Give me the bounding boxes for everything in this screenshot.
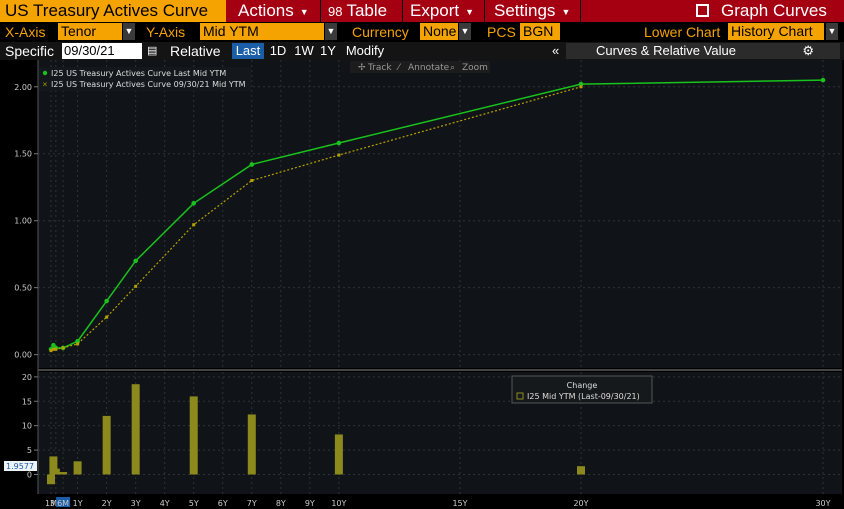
change-bar — [102, 415, 111, 475]
annotate-tool[interactable]: Annotate — [408, 63, 450, 73]
x-tick-label: 6M — [57, 499, 69, 508]
change-bar — [577, 466, 585, 475]
y-tick-label: 5 — [27, 446, 32, 455]
curve-chart[interactable]: 0.000.501.001.502.00 05101520 1M3M6M 1Y 2Y… — [0, 0, 844, 509]
zoom-tool[interactable]: Zoom — [462, 63, 488, 73]
change-bar — [334, 434, 343, 475]
data-point — [133, 258, 138, 264]
x-tick-label: 9Y — [305, 499, 315, 508]
y-tick-label: 1.50 — [14, 150, 32, 159]
change-legend-entry: I25 Mid YTM (Last-09/30/21) — [527, 392, 640, 401]
change-bar — [131, 384, 140, 475]
change-bar — [59, 472, 68, 475]
x-tick-label: 6Y — [218, 499, 228, 508]
x-tick-label: 30Y — [815, 499, 830, 508]
x-tick-label: 3Y — [131, 499, 141, 508]
upper-plot-area — [38, 60, 842, 368]
data-point — [820, 77, 826, 83]
x-tick-label: 5Y — [189, 499, 199, 508]
x-tick-label: 20Y — [573, 499, 588, 508]
data-point — [337, 153, 341, 157]
x-tick-label: 1Y — [73, 499, 83, 508]
zoom-icon[interactable]: ⌕ — [450, 63, 455, 73]
change-legend-title: Change — [567, 381, 598, 390]
change-bar — [189, 396, 198, 475]
x-tick-label: 2Y — [102, 499, 112, 508]
data-point — [192, 223, 196, 227]
data-point — [104, 298, 109, 304]
x-tick-label: 8Y — [276, 499, 286, 508]
data-point — [249, 162, 255, 167]
data-point — [250, 179, 254, 183]
change-bar — [47, 474, 55, 485]
y-tick-label: 0.50 — [14, 284, 32, 293]
y-tick-label: 1.00 — [14, 217, 32, 226]
data-point — [191, 200, 197, 206]
legend-marker-prior: × — [42, 81, 48, 89]
track-tool[interactable]: Track — [367, 63, 392, 73]
legend-marker-last — [42, 70, 48, 76]
data-point — [579, 85, 583, 89]
x-tick-label: 15Y — [452, 499, 467, 508]
cursor-value: 1.9577 — [6, 462, 34, 471]
data-point — [76, 342, 80, 346]
change-bar — [73, 461, 82, 475]
y-tick-label: 10 — [22, 422, 32, 431]
legend-entry-prior: I25 US Treasury Actives Curve 09/30/21 M… — [51, 80, 246, 89]
change-bar — [51, 468, 60, 475]
legend-entry-last: I25 US Treasury Actives Curve Last Mid Y… — [51, 69, 226, 78]
y-tick-label: 2.00 — [14, 83, 32, 92]
data-point — [336, 140, 342, 146]
y-tick-label: 0.00 — [14, 351, 32, 360]
data-point — [134, 284, 138, 288]
data-point — [54, 347, 58, 351]
x-tick-label: 7Y — [247, 499, 257, 508]
change-bar — [247, 414, 256, 475]
y-tick-label: 15 — [22, 397, 32, 406]
data-point — [105, 315, 109, 319]
data-point — [61, 346, 65, 350]
x-tick-label: 10Y — [331, 499, 346, 508]
track-icon[interactable]: ✢ — [358, 63, 366, 73]
y-tick-label: 0 — [27, 470, 32, 479]
y-tick-label: 20 — [22, 373, 32, 382]
lower-plot-area — [38, 372, 842, 494]
x-tick-label: 4Y — [160, 499, 170, 508]
